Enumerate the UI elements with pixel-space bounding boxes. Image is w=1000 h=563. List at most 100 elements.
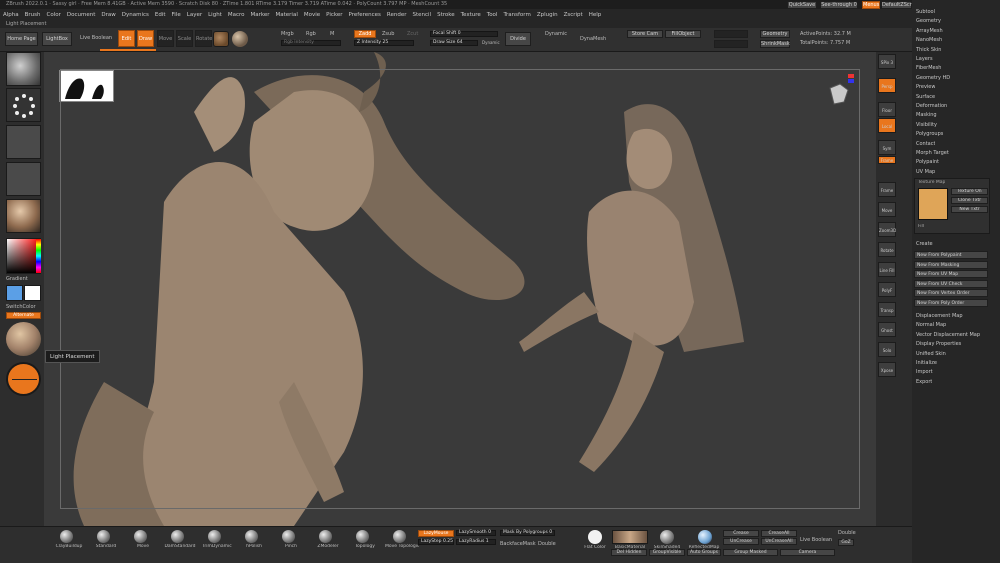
- palette-morph-target[interactable]: Morph Target: [916, 149, 949, 158]
- menu-item-alpha[interactable]: Alpha: [0, 10, 22, 20]
- reflected-map-icon[interactable]: [698, 530, 712, 544]
- menu-item-color[interactable]: Color: [44, 10, 64, 20]
- move-view-button[interactable]: Move: [878, 202, 896, 217]
- rotate-view-button[interactable]: Rotate: [878, 242, 896, 257]
- rgb-toggle[interactable]: Rgb: [306, 31, 316, 37]
- sym-button[interactable]: Sym: [878, 140, 896, 155]
- gradient-label[interactable]: Gradient: [6, 276, 28, 282]
- menu-item-zplugin[interactable]: Zplugin: [534, 10, 561, 20]
- palette-arraymesh[interactable]: ArrayMesh: [916, 27, 943, 36]
- secondary-color-swatch[interactable]: [24, 285, 41, 301]
- material-swatch[interactable]: [213, 31, 229, 47]
- main-color-swatch[interactable]: [6, 285, 23, 301]
- shrinkmask-button[interactable]: ShrinkMask: [760, 40, 790, 48]
- texture-icon[interactable]: [6, 162, 41, 196]
- crease-button[interactable]: Crease: [723, 530, 759, 537]
- brush-topology-icon[interactable]: [356, 530, 369, 543]
- menu-item-texture[interactable]: Texture: [458, 10, 484, 20]
- palette-geometry-hd[interactable]: Geometry HD: [916, 74, 950, 83]
- lazy-mouse-button[interactable]: LazyMouse: [418, 530, 454, 537]
- new-txtr-button[interactable]: New Txtr: [951, 206, 988, 213]
- group-visible-button[interactable]: GroupVisible: [649, 549, 685, 556]
- local-button[interactable]: Local: [878, 118, 896, 133]
- dynamesh-button[interactable]: DynaMesh: [580, 36, 606, 42]
- menu-item-draw[interactable]: Draw: [98, 10, 118, 20]
- menu-item-brush[interactable]: Brush: [22, 10, 44, 20]
- persp-button[interactable]: Persp: [878, 78, 896, 93]
- uncrease-all-button[interactable]: UnCreaseAll: [761, 538, 797, 545]
- material-icon[interactable]: [6, 199, 41, 233]
- skin-shade-icon[interactable]: [660, 530, 674, 544]
- scale-button[interactable]: Scale: [176, 30, 193, 47]
- solo-button[interactable]: Solo: [878, 342, 896, 357]
- rgb-intensity-slider[interactable]: Rgb Intensity: [281, 40, 341, 46]
- flat-color-material-icon[interactable]: [588, 530, 602, 544]
- lightbox-button[interactable]: LightBox: [42, 32, 72, 46]
- menu-item-macro[interactable]: Macro: [225, 10, 248, 20]
- zadd-button[interactable]: Zadd: [354, 30, 376, 38]
- menu-item-light[interactable]: Light: [205, 10, 225, 20]
- dynamic2-toggle[interactable]: Dynamic: [545, 31, 567, 37]
- group-masked-button[interactable]: Group Masked: [723, 549, 778, 556]
- move-button[interactable]: Move: [157, 30, 174, 47]
- edit-button[interactable]: Edit: [118, 30, 135, 47]
- light-placement-dial[interactable]: [6, 362, 41, 396]
- draw-button[interactable]: Draw: [137, 30, 154, 47]
- default-zscript-button[interactable]: DefaultZScript: [881, 1, 918, 9]
- focal-shift-slider[interactable]: Focal Shift 0: [430, 31, 498, 37]
- palette-nanomesh[interactable]: NanoMesh: [916, 36, 942, 45]
- brush-standard-icon[interactable]: [97, 530, 110, 543]
- spix-button[interactable]: SPix 3: [878, 54, 896, 69]
- palette-contact[interactable]: Contact: [916, 140, 935, 149]
- menu-item-dynamics[interactable]: Dynamics: [119, 10, 152, 20]
- xyz-button[interactable]: Frame: [878, 156, 896, 164]
- palette-display-properties[interactable]: Display Properties: [916, 340, 961, 349]
- growmask-button[interactable]: Geometry: [760, 30, 790, 38]
- create-new-from-uv-map-button[interactable]: New From UV Map: [914, 270, 988, 278]
- lazy-smooth-slider[interactable]: LazySmooth 0: [456, 530, 496, 536]
- create-new-from-uv-check-button[interactable]: New From UV Check: [914, 279, 988, 288]
- sculptris-button[interactable]: [714, 40, 748, 48]
- xpose-button[interactable]: Xpose: [878, 362, 896, 377]
- texture-on-button[interactable]: Texture On: [951, 188, 988, 195]
- ghost-button[interactable]: Ghost: [878, 322, 896, 337]
- mask-by-polygroups-slider[interactable]: Mask By Polygroups 0: [500, 530, 555, 536]
- clone-txtr-button[interactable]: Clone Txtr: [951, 197, 988, 204]
- fill-label[interactable]: Fill: [918, 224, 924, 229]
- menu-item-edit[interactable]: Edit: [152, 10, 169, 20]
- quicksave-button[interactable]: QuickSave: [787, 1, 817, 9]
- switch-color-button[interactable]: SwitchColor: [6, 304, 36, 310]
- zsub-button[interactable]: Zsub: [382, 31, 394, 37]
- goz-button[interactable]: GoZ: [838, 539, 854, 546]
- alpha-icon[interactable]: [6, 125, 41, 159]
- menu-item-document[interactable]: Document: [64, 10, 99, 20]
- create-new-from-polypaint-button[interactable]: New From Polypaint: [914, 251, 988, 259]
- create-label[interactable]: Create: [916, 240, 933, 249]
- create-new-from-masking-button[interactable]: New From Masking: [914, 260, 988, 269]
- mrgb-toggle[interactable]: Mrgb: [281, 31, 294, 37]
- floor-button[interactable]: Floor: [878, 102, 896, 117]
- palette-displacement-map[interactable]: Displacement Map: [916, 312, 963, 321]
- palette-unified-skin[interactable]: Unified Skin: [916, 350, 946, 359]
- lazy-step-slider[interactable]: LazyStep 0.25: [418, 539, 454, 545]
- auto-groups-button[interactable]: Auto Groups: [687, 549, 721, 556]
- palette-surface[interactable]: Surface: [916, 93, 935, 102]
- stroke-dots-icon[interactable]: [6, 88, 41, 122]
- menu-item-picker[interactable]: Picker: [323, 10, 345, 20]
- draw-size-slider[interactable]: Draw Size 64: [430, 40, 478, 46]
- brush-move-icon[interactable]: [134, 530, 147, 543]
- double2-button[interactable]: Double: [838, 530, 856, 536]
- palette-polygroups[interactable]: Polygroups: [916, 130, 943, 139]
- palette-subtool[interactable]: Subtool: [916, 8, 935, 17]
- brush-damstandard-icon[interactable]: [171, 530, 184, 543]
- transp-button[interactable]: Transp: [878, 302, 896, 317]
- brush-zmodeler-icon[interactable]: [319, 530, 332, 543]
- polyf-button[interactable]: PolyF: [878, 282, 896, 297]
- del-hidden-button[interactable]: Del Hidden: [611, 549, 647, 556]
- palette-initialize[interactable]: Initialize: [916, 359, 937, 368]
- backface-mask-button[interactable]: BackfaceMask: [500, 541, 536, 547]
- palette-export[interactable]: Export: [916, 378, 932, 387]
- camera-button[interactable]: Camera: [780, 549, 835, 556]
- palette-normal-map[interactable]: Normal Map: [916, 321, 946, 330]
- brush-pinch-icon[interactable]: [282, 530, 295, 543]
